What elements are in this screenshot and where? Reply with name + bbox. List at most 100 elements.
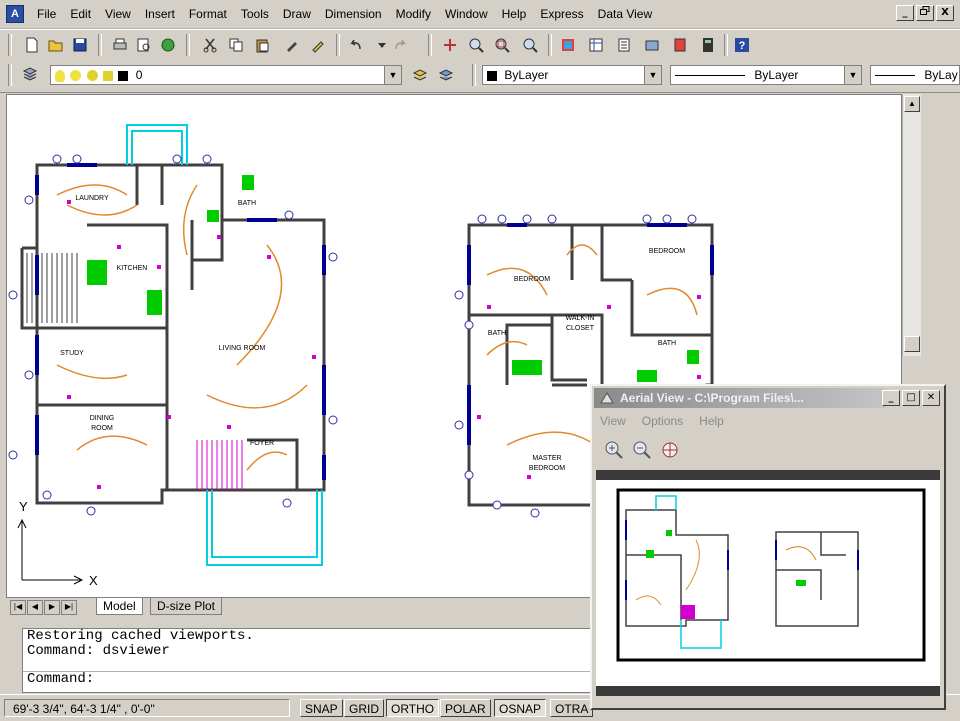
ucs-x-label: X <box>89 573 98 588</box>
menu-items: File Edit View Insert Format Tools Draw … <box>30 6 659 22</box>
vertical-scrollbar[interactable]: ▲ <box>902 94 921 356</box>
maximize-button[interactable]: □ <box>902 390 920 406</box>
otrack-toggle[interactable]: OTRA <box>550 699 594 717</box>
close-button[interactable]: ✕ <box>922 390 940 406</box>
layer-manager-icon[interactable] <box>20 65 40 85</box>
cut-icon[interactable] <box>200 35 220 55</box>
markup-icon[interactable] <box>670 35 690 55</box>
pan-icon[interactable] <box>440 35 460 55</box>
redo-icon[interactable] <box>390 35 410 55</box>
menu-help[interactable]: Help <box>495 6 534 22</box>
aerial-menu-options[interactable]: Options <box>642 414 683 428</box>
first-tab-icon[interactable]: |◀ <box>10 600 26 615</box>
properties-icon[interactable] <box>558 35 578 55</box>
menu-file[interactable]: File <box>30 6 63 22</box>
polar-toggle[interactable]: POLAR <box>440 699 491 717</box>
scroll-up-icon[interactable]: ▲ <box>904 96 920 112</box>
command-prompt[interactable]: Command: <box>23 671 593 687</box>
zoom-previous-icon[interactable] <box>520 35 540 55</box>
osnap-toggle[interactable]: OSNAP <box>494 699 547 717</box>
linetype-value: ByLayer <box>754 68 799 82</box>
zoom-out-icon[interactable] <box>632 440 652 463</box>
chevron-down-icon[interactable]: ▼ <box>384 66 401 84</box>
chevron-down-icon[interactable]: ▼ <box>844 66 861 84</box>
sheet-set-icon[interactable] <box>642 35 662 55</box>
command-history-line: Command: dsviewer <box>27 643 170 659</box>
chevron-down-icon[interactable]: ▼ <box>644 66 661 84</box>
save-icon[interactable] <box>70 35 90 55</box>
block-editor-icon[interactable] <box>308 35 328 55</box>
zoom-window-icon[interactable] <box>492 35 512 55</box>
menu-format[interactable]: Format <box>182 6 234 22</box>
layer-dropdown[interactable]: 0 ▼ <box>50 65 402 85</box>
undo-icon[interactable] <box>346 35 366 55</box>
plot-preview-icon[interactable] <box>134 35 154 55</box>
tool-palettes-icon[interactable] <box>614 35 634 55</box>
plot-icon[interactable] <box>110 35 130 55</box>
last-tab-icon[interactable]: ▶| <box>61 600 77 615</box>
menu-draw[interactable]: Draw <box>276 6 318 22</box>
aerial-view-title: Aerial View - C:\Program Files\... <box>620 391 804 405</box>
help-icon[interactable]: ? <box>732 35 752 55</box>
menu-data-view[interactable]: Data View <box>591 6 659 22</box>
open-icon[interactable] <box>46 35 66 55</box>
lineweight-dropdown[interactable]: ByLay <box>870 65 960 85</box>
new-icon[interactable] <box>22 35 42 55</box>
menu-view[interactable]: View <box>98 6 138 22</box>
close-button[interactable]: X <box>936 5 954 21</box>
match-properties-icon[interactable] <box>282 35 302 55</box>
master-bedroom-label: BEDROOM <box>529 465 565 472</box>
aerial-preview[interactable] <box>596 470 940 696</box>
restore-button[interactable] <box>916 5 934 21</box>
command-window[interactable]: Restoring cached viewports. Command: dsv… <box>22 628 594 693</box>
global-view-icon[interactable] <box>660 440 680 463</box>
aerial-view-icon <box>600 392 614 404</box>
menu-insert[interactable]: Insert <box>138 6 182 22</box>
tab-model[interactable]: Model <box>96 598 143 615</box>
color-dropdown[interactable]: ByLayer ▼ <box>482 65 662 85</box>
coordinates-display[interactable]: 69'-3 3/4", 64'-3 1/4" , 0'-0" <box>4 699 290 717</box>
aerial-view-titlebar[interactable]: Aerial View - C:\Program Files\... <box>594 388 886 408</box>
toolbar-separator <box>428 34 432 56</box>
tab-d-size-plot[interactable]: D-size Plot <box>150 598 223 615</box>
aerial-menu-help[interactable]: Help <box>699 414 724 428</box>
linetype-dropdown[interactable]: ByLayer ▼ <box>670 65 862 85</box>
document-window-controls: _ X <box>896 5 954 21</box>
calculator-icon[interactable] <box>698 35 718 55</box>
lock-icon <box>103 70 114 81</box>
aerial-view-window[interactable]: Aerial View - C:\Program Files\... _ □ ✕… <box>590 384 946 710</box>
grid-toggle[interactable]: GRID <box>344 699 384 717</box>
plumbing-fixtures <box>87 175 254 315</box>
menu-modify[interactable]: Modify <box>389 6 438 22</box>
design-center-icon[interactable] <box>586 35 606 55</box>
minimize-button[interactable]: _ <box>882 390 900 406</box>
next-tab-icon[interactable]: ▶ <box>44 600 60 615</box>
menu-tools[interactable]: Tools <box>234 6 276 22</box>
previous-tab-icon[interactable]: ◀ <box>27 600 43 615</box>
master-label: MASTER <box>532 455 561 462</box>
toolbar-grip[interactable] <box>8 64 12 86</box>
zoom-in-icon[interactable] <box>604 440 624 463</box>
undo-dropdown-icon[interactable] <box>372 35 392 55</box>
toolbar-grip[interactable] <box>8 34 12 56</box>
menu-window[interactable]: Window <box>438 6 495 22</box>
aerial-menu: View Options Help <box>600 414 724 428</box>
scroll-thumb[interactable] <box>904 336 920 352</box>
ortho-toggle[interactable]: ORTHO <box>386 699 440 717</box>
menu-express[interactable]: Express <box>533 6 590 22</box>
aerial-menu-view[interactable]: View <box>600 414 626 428</box>
make-object-layer-current-icon[interactable] <box>410 65 430 85</box>
publish-icon[interactable] <box>158 35 178 55</box>
autocad-icon[interactable]: A <box>6 5 24 23</box>
menu-edit[interactable]: Edit <box>63 6 98 22</box>
snap-toggle[interactable]: SNAP <box>300 699 343 717</box>
kitchen-label: KITCHEN <box>117 265 148 272</box>
zoom-realtime-icon[interactable] <box>466 35 486 55</box>
copy-icon[interactable] <box>226 35 246 55</box>
layer-color-swatch <box>118 70 129 81</box>
minimize-button[interactable]: _ <box>896 5 914 21</box>
paste-icon[interactable] <box>252 35 272 55</box>
layer-previous-icon[interactable] <box>436 65 456 85</box>
bath-3-label: BATH <box>658 340 676 347</box>
menu-dimension[interactable]: Dimension <box>318 6 389 22</box>
